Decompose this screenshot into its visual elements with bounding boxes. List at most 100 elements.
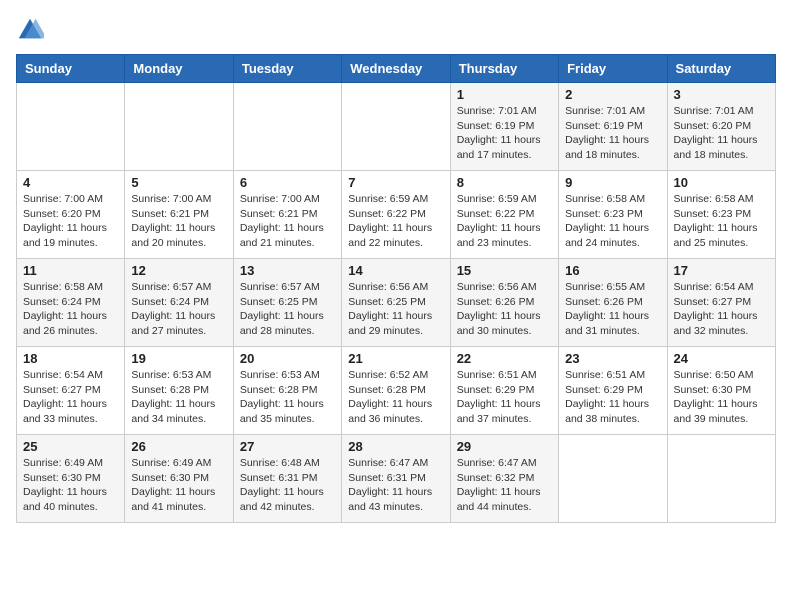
day-info: Sunrise: 7:01 AM Sunset: 6:19 PM Dayligh…: [565, 104, 660, 163]
day-cell: 6Sunrise: 7:00 AM Sunset: 6:21 PM Daylig…: [233, 171, 341, 259]
day-cell: [17, 83, 125, 171]
weekday-header-saturday: Saturday: [667, 55, 775, 83]
day-cell: 3 Sunrise: 7:01 AM Sunset: 6:20 PM Daylig…: [667, 83, 775, 171]
day-number: 20: [240, 351, 335, 366]
day-cell: [125, 83, 233, 171]
day-number: 15: [457, 263, 552, 278]
day-info: Sunrise: 6:51 AM Sunset: 6:29 PM Dayligh…: [565, 368, 660, 427]
day-info: Sunrise: 6:47 AM Sunset: 6:31 PM Dayligh…: [348, 456, 443, 515]
day-cell: 9 Sunrise: 6:58 AM Sunset: 6:23 PM Daylig…: [559, 171, 667, 259]
day-info: Sunrise: 6:53 AM Sunset: 6:28 PM Dayligh…: [240, 368, 335, 427]
day-cell: [667, 435, 775, 523]
day-number: 13: [240, 263, 335, 278]
day-info: Sunrise: 6:55 AM Sunset: 6:26 PM Dayligh…: [565, 280, 660, 339]
day-cell: 16 Sunrise: 6:55 AM Sunset: 6:26 PM Dayli…: [559, 259, 667, 347]
day-number: 19: [131, 351, 226, 366]
day-number: 9: [565, 175, 660, 190]
day-number: 28: [348, 439, 443, 454]
logo: [16, 16, 48, 44]
day-number: 14: [348, 263, 443, 278]
day-info: Sunrise: 6:52 AM Sunset: 6:28 PM Dayligh…: [348, 368, 443, 427]
day-info: Sunrise: 6:56 AM Sunset: 6:25 PM Dayligh…: [348, 280, 443, 339]
day-cell: 13 Sunrise: 6:57 AM Sunset: 6:25 PM Dayli…: [233, 259, 341, 347]
day-cell: 12 Sunrise: 6:57 AM Sunset: 6:24 PM Dayli…: [125, 259, 233, 347]
day-info: Sunrise: 6:58 AM Sunset: 6:23 PM Dayligh…: [674, 192, 769, 251]
day-number: 8: [457, 175, 552, 190]
day-info: Sunrise: 7:01 AM Sunset: 6:20 PM Dayligh…: [674, 104, 769, 163]
week-row-5: 25 Sunrise: 6:49 AM Sunset: 6:30 PM Dayli…: [17, 435, 776, 523]
day-info: Sunrise: 6:47 AM Sunset: 6:32 PM Dayligh…: [457, 456, 552, 515]
day-number: 16: [565, 263, 660, 278]
day-number: 24: [674, 351, 769, 366]
day-cell: 23 Sunrise: 6:51 AM Sunset: 6:29 PM Dayli…: [559, 347, 667, 435]
day-number: 22: [457, 351, 552, 366]
week-row-1: 1 Sunrise: 7:01 AM Sunset: 6:19 PM Daylig…: [17, 83, 776, 171]
day-cell: 4 Sunrise: 7:00 AM Sunset: 6:20 PM Daylig…: [17, 171, 125, 259]
day-number: 1: [457, 87, 552, 102]
weekday-header-wednesday: Wednesday: [342, 55, 450, 83]
day-cell: 15 Sunrise: 6:56 AM Sunset: 6:26 PM Dayli…: [450, 259, 558, 347]
day-cell: 2Sunrise: 7:01 AM Sunset: 6:19 PM Daylig…: [559, 83, 667, 171]
weekday-header-row: SundayMondayTuesdayWednesdayThursdayFrid…: [17, 55, 776, 83]
weekday-header-friday: Friday: [559, 55, 667, 83]
weekday-header-thursday: Thursday: [450, 55, 558, 83]
day-cell: 5 Sunrise: 7:00 AM Sunset: 6:21 PM Daylig…: [125, 171, 233, 259]
day-number: 5: [131, 175, 226, 190]
day-cell: 19 Sunrise: 6:53 AM Sunset: 6:28 PM Dayli…: [125, 347, 233, 435]
day-number: 4: [23, 175, 118, 190]
day-number: 25: [23, 439, 118, 454]
day-cell: 10 Sunrise: 6:58 AM Sunset: 6:23 PM Dayli…: [667, 171, 775, 259]
day-info: Sunrise: 7:00 AM Sunset: 6:21 PM Dayligh…: [131, 192, 226, 251]
weekday-header-sunday: Sunday: [17, 55, 125, 83]
day-number: 7: [348, 175, 443, 190]
day-info: Sunrise: 6:57 AM Sunset: 6:25 PM Dayligh…: [240, 280, 335, 339]
day-info: Sunrise: 6:51 AM Sunset: 6:29 PM Dayligh…: [457, 368, 552, 427]
day-number: 17: [674, 263, 769, 278]
day-cell: 14 Sunrise: 6:56 AM Sunset: 6:25 PM Dayli…: [342, 259, 450, 347]
day-number: 26: [131, 439, 226, 454]
day-info: Sunrise: 6:57 AM Sunset: 6:24 PM Dayligh…: [131, 280, 226, 339]
day-cell: 8 Sunrise: 6:59 AM Sunset: 6:22 PM Daylig…: [450, 171, 558, 259]
weekday-header-tuesday: Tuesday: [233, 55, 341, 83]
day-info: Sunrise: 6:59 AM Sunset: 6:22 PM Dayligh…: [457, 192, 552, 251]
day-info: Sunrise: 7:01 AM Sunset: 6:19 PM Dayligh…: [457, 104, 552, 163]
day-info: Sunrise: 7:00 AM Sunset: 6:20 PM Dayligh…: [23, 192, 118, 251]
day-number: 21: [348, 351, 443, 366]
day-number: 6: [240, 175, 335, 190]
day-info: Sunrise: 6:54 AM Sunset: 6:27 PM Dayligh…: [674, 280, 769, 339]
day-cell: 11Sunrise: 6:58 AM Sunset: 6:24 PM Dayli…: [17, 259, 125, 347]
day-info: Sunrise: 6:53 AM Sunset: 6:28 PM Dayligh…: [131, 368, 226, 427]
page-header: [16, 16, 776, 44]
day-number: 10: [674, 175, 769, 190]
day-cell: 25 Sunrise: 6:49 AM Sunset: 6:30 PM Dayli…: [17, 435, 125, 523]
day-number: 29: [457, 439, 552, 454]
day-info: Sunrise: 6:49 AM Sunset: 6:30 PM Dayligh…: [23, 456, 118, 515]
day-cell: 22 Sunrise: 6:51 AM Sunset: 6:29 PM Dayli…: [450, 347, 558, 435]
day-number: 18: [23, 351, 118, 366]
day-cell: [559, 435, 667, 523]
day-cell: 17 Sunrise: 6:54 AM Sunset: 6:27 PM Dayli…: [667, 259, 775, 347]
day-info: Sunrise: 6:58 AM Sunset: 6:23 PM Dayligh…: [565, 192, 660, 251]
weekday-header-monday: Monday: [125, 55, 233, 83]
day-cell: 24 Sunrise: 6:50 AM Sunset: 6:30 PM Dayli…: [667, 347, 775, 435]
day-cell: 18Sunrise: 6:54 AM Sunset: 6:27 PM Dayli…: [17, 347, 125, 435]
day-cell: [342, 83, 450, 171]
day-info: Sunrise: 6:50 AM Sunset: 6:30 PM Dayligh…: [674, 368, 769, 427]
day-cell: 1 Sunrise: 7:01 AM Sunset: 6:19 PM Daylig…: [450, 83, 558, 171]
calendar-table: SundayMondayTuesdayWednesdayThursdayFrid…: [16, 54, 776, 523]
week-row-4: 18Sunrise: 6:54 AM Sunset: 6:27 PM Dayli…: [17, 347, 776, 435]
day-number: 3: [674, 87, 769, 102]
day-cell: 29 Sunrise: 6:47 AM Sunset: 6:32 PM Dayli…: [450, 435, 558, 523]
day-info: Sunrise: 6:59 AM Sunset: 6:22 PM Dayligh…: [348, 192, 443, 251]
day-cell: 20 Sunrise: 6:53 AM Sunset: 6:28 PM Dayli…: [233, 347, 341, 435]
day-number: 23: [565, 351, 660, 366]
day-number: 12: [131, 263, 226, 278]
day-cell: 21 Sunrise: 6:52 AM Sunset: 6:28 PM Dayli…: [342, 347, 450, 435]
day-info: Sunrise: 6:56 AM Sunset: 6:26 PM Dayligh…: [457, 280, 552, 339]
day-cell: 27Sunrise: 6:48 AM Sunset: 6:31 PM Dayli…: [233, 435, 341, 523]
day-cell: 26Sunrise: 6:49 AM Sunset: 6:30 PM Dayli…: [125, 435, 233, 523]
week-row-3: 11Sunrise: 6:58 AM Sunset: 6:24 PM Dayli…: [17, 259, 776, 347]
day-info: Sunrise: 6:48 AM Sunset: 6:31 PM Dayligh…: [240, 456, 335, 515]
day-info: Sunrise: 6:58 AM Sunset: 6:24 PM Dayligh…: [23, 280, 118, 339]
logo-icon: [16, 16, 44, 44]
